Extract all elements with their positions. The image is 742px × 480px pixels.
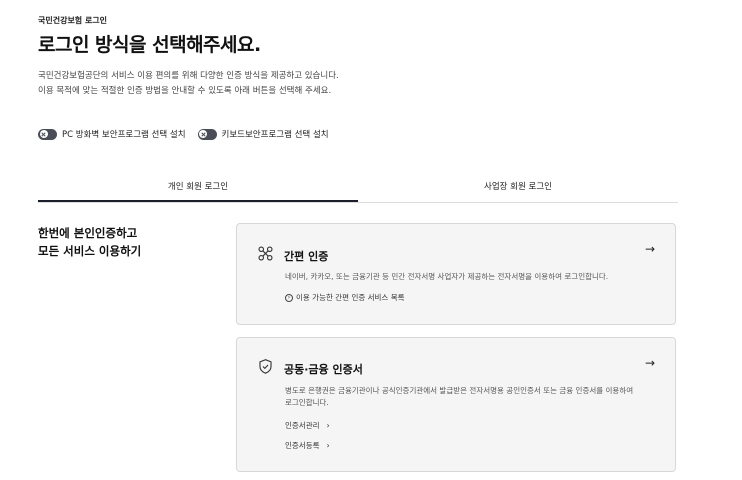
certificate-manage-link[interactable]: 인증서관리 › <box>285 420 330 431</box>
toggle-switch-icon[interactable] <box>197 128 217 140</box>
description-line: 국민건강보험공단의 서비스 이용 편의를 위해 다양한 인증 방식을 제공하고 … <box>38 71 339 81</box>
simple-auth-service-list-label: 이용 가능한 간편 인증 서비스 목록 <box>296 293 405 302</box>
certificate-register-link[interactable]: 인증서등록 › <box>285 440 330 451</box>
section-title-line: 한번에 본인인증하고 <box>38 226 138 240</box>
toggle-switch-icon[interactable] <box>38 128 57 140</box>
simple-auth-description: 네이버, 카카오, 또는 금융기관 등 민간 전자서명 사업자가 제공하는 전자… <box>285 272 609 281</box>
certificate-description: 병도로 은행권은 금융기관이나 공식인증기관에서 발급받은 전자서명용 공인인증… <box>285 386 634 407</box>
tab-personal-login[interactable]: 개인 회원 로그인 <box>38 174 358 202</box>
chevron-right-icon: › <box>326 441 330 450</box>
section-title-line: 모든 서비스 이용하기 <box>38 244 142 258</box>
arrow-right-icon[interactable]: → <box>645 356 655 370</box>
simple-auth-title: 간편 인증 <box>284 249 329 263</box>
keyboard-security-toggle-label: 키보드보안프로그램 선택 설치 <box>221 130 329 140</box>
login-type-tabs: 개인 회원 로그인 사업장 회원 로그인 <box>38 174 678 203</box>
firewall-toggle-label: PC 방화벽 보안프로그램 선택 설치 <box>62 130 186 140</box>
chevron-right-icon: › <box>326 421 330 430</box>
breadcrumb: 국민건강보험 로그인 <box>38 16 108 25</box>
page-description: 국민건강보험공단의 서비스 이용 편의를 위해 다양한 인증 방식을 제공하고 … <box>38 69 339 99</box>
tab-business-login[interactable]: 사업장 회원 로그인 <box>358 174 678 202</box>
simple-auth-service-list-link[interactable]: › 이용 가능한 간편 인증 서비스 목록 <box>285 292 405 303</box>
certificate-title: 공동·금융 인증서 <box>284 362 363 376</box>
security-toggles: PC 방화벽 보안프로그램 선택 설치 키보드보안프로그램 선택 설치 <box>38 128 329 140</box>
simple-auth-card[interactable]: 간편 인증 → 네이버, 카카오, 또는 금융기관 등 민간 전자서명 사업자가… <box>236 223 676 325</box>
shield-check-icon <box>257 358 274 379</box>
certificate-register-label: 인증서등록 <box>285 441 320 450</box>
simple-auth-icon <box>257 245 274 266</box>
firewall-toggle[interactable]: PC 방화벽 보안프로그램 선택 설치 <box>38 128 186 140</box>
description-line: 이용 목적에 맞는 적절한 인증 방법을 안내할 수 있도록 아래 버튼을 선택… <box>38 86 332 96</box>
page-title: 로그인 방식을 선택해주세요. <box>38 34 261 56</box>
arrow-right-icon[interactable]: → <box>645 242 655 256</box>
certificate-card[interactable]: 공동·금융 인증서 → 병도로 은행권은 금융기관이나 공식인증기관에서 발급받… <box>236 337 676 472</box>
chevron-circle-icon: › <box>285 293 293 302</box>
section-title: 한번에 본인인증하고 모든 서비스 이용하기 <box>38 224 141 260</box>
certificate-manage-label: 인증서관리 <box>285 421 320 430</box>
keyboard-security-toggle[interactable]: 키보드보안프로그램 선택 설치 <box>197 128 329 140</box>
